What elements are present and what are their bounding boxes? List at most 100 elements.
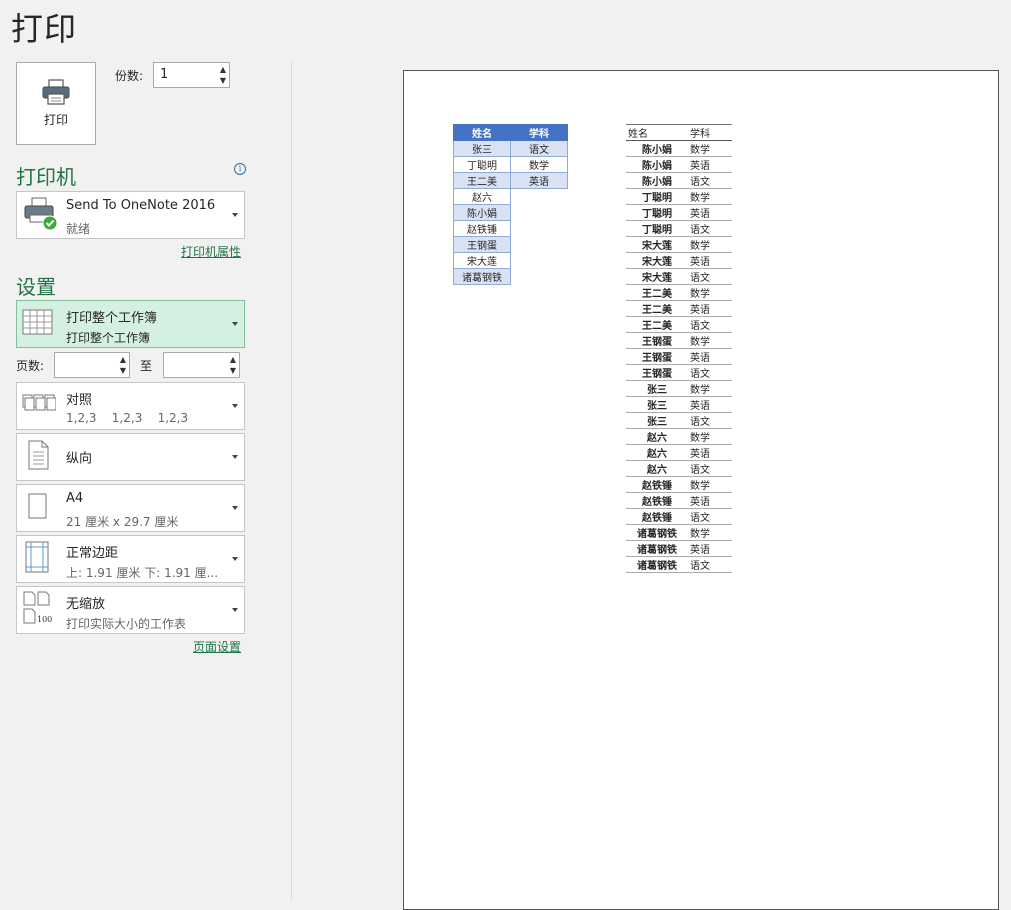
table-row: 张三 语文 — [453, 140, 568, 157]
cell-name: 丁聪明 — [626, 220, 688, 237]
cell-name: 王二美 — [626, 300, 688, 317]
cell-subject: 英语 — [688, 492, 732, 509]
no-scaling-icon: 100 — [22, 591, 54, 629]
pages-from-input[interactable]: ▲ ▼ — [54, 352, 130, 378]
cell-subject: 语文 — [688, 172, 732, 189]
print-what-dropdown[interactable]: 打印整个工作簿 打印整个工作簿 — [16, 300, 245, 348]
table-row: 宋大莲 语文 — [626, 268, 732, 285]
page-setup-link[interactable]: 页面设置 — [193, 638, 241, 655]
cell-subject: 语文 — [688, 316, 732, 333]
cell-subject — [511, 189, 568, 205]
table-row: 王钢蛋 — [453, 236, 568, 253]
printer-ready-icon — [22, 195, 58, 235]
printer-icon — [42, 79, 70, 105]
cell-name: 张三 — [626, 412, 688, 429]
cell-name: 赵六 — [626, 428, 688, 445]
table-row: 赵六 英语 — [626, 444, 732, 461]
cell-name: 丁聪明 — [626, 204, 688, 221]
cell-name: 王钢蛋 — [626, 364, 688, 381]
table-row: 王二美 数学 — [626, 284, 732, 301]
cell-name: 赵六 — [626, 460, 688, 477]
table-row: 诸葛钢铁 英语 — [626, 540, 732, 557]
cell-subject: 数学 — [688, 428, 732, 445]
table-row: 赵六 — [453, 188, 568, 205]
cell-subject: 语文 — [688, 460, 732, 477]
cell-name: 宋大莲 — [626, 268, 688, 285]
cell-subject: 英语 — [688, 252, 732, 269]
table-row: 张三 英语 — [626, 396, 732, 413]
cell-name: 王二美 — [453, 172, 511, 189]
print-preview-page: 姓名 学科 张三 语文 丁聪明 数学 王二美 英语 赵六 陈小娟 赵铁锤 王钢蛋 宋大莲 诸葛钢铁 姓… — [403, 70, 999, 910]
orientation-dropdown[interactable]: 纵向 — [16, 433, 245, 481]
svg-text:100: 100 — [37, 615, 52, 624]
copies-stepper[interactable]: 1 ▲ ▼ — [153, 62, 230, 88]
chevron-down-icon — [232, 455, 238, 459]
table1-header-name: 姓名 — [453, 124, 511, 141]
cell-name: 王钢蛋 — [626, 348, 688, 365]
print-button[interactable]: 打印 — [16, 62, 96, 145]
table2-header-subject: 学科 — [688, 124, 732, 141]
scaling-dropdown[interactable]: 100 无缩放 打印实际大小的工作表 — [16, 586, 245, 634]
table-row: 陈小娟 — [453, 204, 568, 221]
cell-name: 赵铁锤 — [626, 508, 688, 525]
cell-name: 诸葛钢铁 — [626, 556, 688, 573]
cell-subject: 英语 — [688, 300, 732, 317]
table-row: 丁聪明 数学 — [453, 156, 568, 173]
margins-dropdown[interactable]: 正常边距 上: 1.91 厘米 下: 1.91 厘... — [16, 535, 245, 583]
table-row: 赵铁锤 语文 — [626, 508, 732, 525]
table-row: 张三 语文 — [626, 412, 732, 429]
collation-line2: 1,2,3 1,2,3 1,2,3 — [66, 411, 189, 425]
print-what-line2: 打印整个工作簿 — [66, 331, 151, 345]
printer-properties-link[interactable]: 打印机属性 — [181, 243, 241, 260]
cell-name: 张三 — [626, 396, 688, 413]
copies-label: 份数: — [115, 69, 144, 83]
cell-name: 赵铁锤 — [453, 220, 511, 237]
chevron-down-icon — [232, 322, 238, 326]
margins-line1: 正常边距 — [66, 546, 119, 561]
table-row: 陈小娟 英语 — [626, 156, 732, 173]
printer-heading: 打印机 — [16, 165, 76, 189]
info-icon[interactable]: i — [234, 163, 246, 175]
cell-name: 宋大莲 — [453, 252, 511, 269]
pages-label: 页数: — [16, 359, 45, 373]
table-row: 王钢蛋 英语 — [626, 348, 732, 365]
cell-name: 诸葛钢铁 — [453, 268, 511, 285]
table-row: 陈小娟 数学 — [626, 140, 732, 157]
copies-spin-arrows[interactable]: ▲ ▼ — [220, 64, 226, 86]
cell-name: 丁聪明 — [626, 188, 688, 205]
pages-to-label: 至 — [140, 359, 153, 373]
cell-subject: 数学 — [688, 140, 732, 157]
cell-name: 赵铁锤 — [626, 492, 688, 509]
cell-name: 张三 — [453, 140, 511, 157]
table-row: 王二美 英语 — [626, 300, 732, 317]
printer-name: Send To OneNote 2016 — [66, 198, 216, 213]
cell-name: 张三 — [626, 380, 688, 397]
collation-dropdown[interactable]: 对照 1,2,3 1,2,3 1,2,3 — [16, 382, 245, 430]
cell-subject: 语文 — [688, 220, 732, 237]
cell-subject — [511, 253, 568, 269]
chevron-down-icon — [232, 608, 238, 612]
margins-icon — [22, 541, 52, 577]
cell-name: 王二美 — [626, 316, 688, 333]
table-row: 丁聪明 语文 — [626, 220, 732, 237]
cell-subject — [511, 221, 568, 237]
table-row: 王钢蛋 数学 — [626, 332, 732, 349]
cell-subject: 语文 — [510, 140, 568, 157]
cell-subject — [511, 205, 568, 221]
paper-size-line1: A4 — [66, 491, 84, 506]
cell-name: 王二美 — [626, 284, 688, 301]
pages-to-spin-arrows[interactable]: ▲ ▼ — [230, 354, 236, 376]
margins-line2: 上: 1.91 厘米 下: 1.91 厘... — [66, 566, 219, 580]
paper-size-icon — [22, 491, 52, 525]
table-row: 诸葛钢铁 语文 — [626, 556, 732, 573]
pages-from-spin-arrows[interactable]: ▲ ▼ — [120, 354, 126, 376]
pages-to-input[interactable]: ▲ ▼ — [163, 352, 240, 378]
cell-subject: 数学 — [688, 476, 732, 493]
cell-name: 诸葛钢铁 — [626, 540, 688, 557]
cell-name: 赵六 — [453, 188, 511, 205]
cell-name: 宋大莲 — [626, 236, 688, 253]
printer-dropdown[interactable]: Send To OneNote 2016 就绪 — [16, 191, 245, 239]
cell-name: 赵铁锤 — [626, 476, 688, 493]
paper-size-dropdown[interactable]: A4 21 厘米 x 29.7 厘米 — [16, 484, 245, 532]
table-row: 赵铁锤 英语 — [626, 492, 732, 509]
